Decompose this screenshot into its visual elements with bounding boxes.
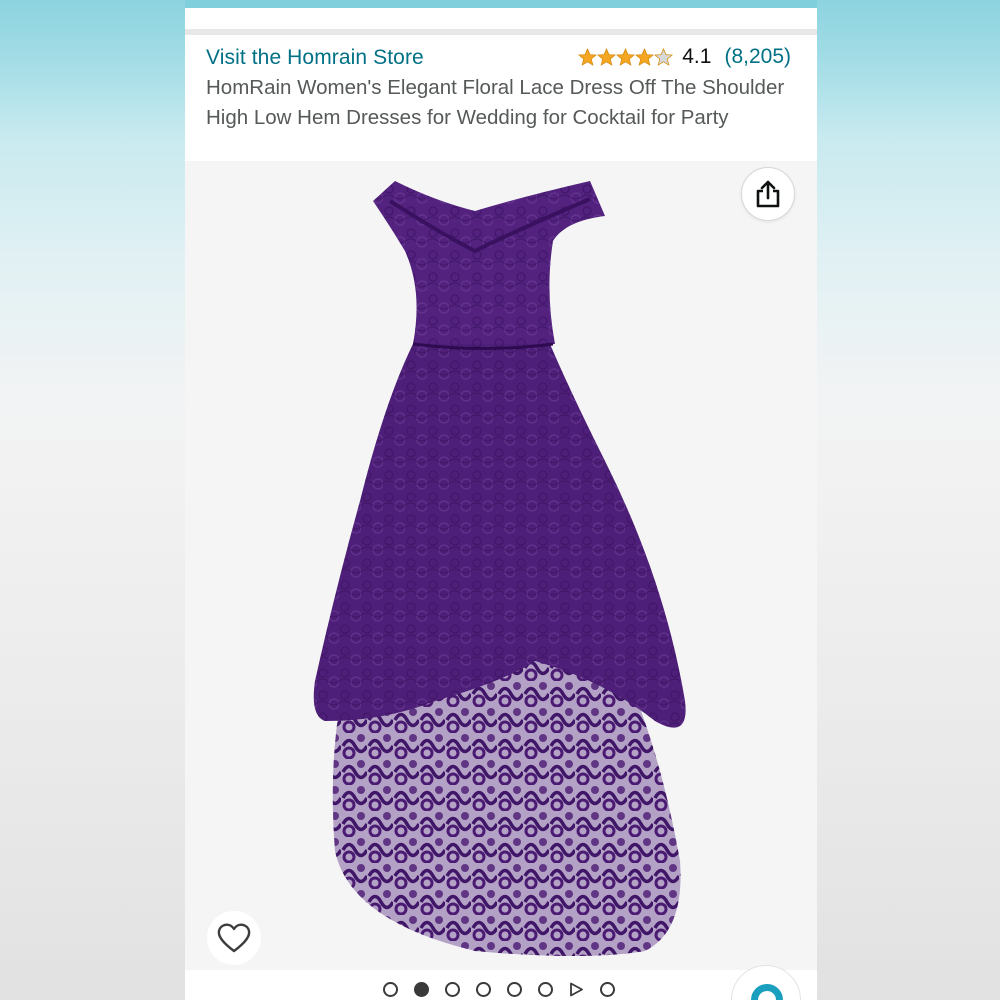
star-icon <box>578 47 598 67</box>
assistant-button[interactable] <box>731 965 801 1000</box>
share-button[interactable] <box>741 167 795 221</box>
gallery-pagination[interactable] <box>383 982 631 997</box>
ratings-count-link[interactable]: (8,205) <box>724 45 791 69</box>
product-image-gallery[interactable] <box>185 161 817 970</box>
pagination-dot[interactable] <box>414 982 429 997</box>
star-icon <box>654 47 674 67</box>
assistant-icon <box>751 984 783 1000</box>
pagination-dot[interactable] <box>383 982 398 997</box>
product-image[interactable] <box>185 161 817 970</box>
pagination-dot[interactable] <box>476 982 491 997</box>
rating-value: 4.1 <box>682 45 712 68</box>
background-left <box>0 0 185 1000</box>
star-rating <box>578 47 674 67</box>
star-icon <box>635 47 655 67</box>
visit-store-link[interactable]: Visit the Homrain Store <box>206 46 424 70</box>
heart-icon <box>217 923 251 953</box>
top-divider <box>185 29 817 35</box>
share-icon <box>756 180 780 208</box>
pagination-dot[interactable] <box>600 982 615 997</box>
rating-summary[interactable]: 4.1 (8,205) <box>578 45 791 69</box>
background-right <box>815 0 1000 1000</box>
product-page: Visit the Homrain Store 4.1 (8,205) HomR… <box>185 0 817 1000</box>
pagination-dot[interactable] <box>507 982 522 997</box>
product-title: HomRain Women's Elegant Floral Lace Dres… <box>206 76 785 129</box>
star-icon <box>597 47 617 67</box>
add-to-list-button[interactable] <box>207 911 261 965</box>
play-icon[interactable] <box>569 982 584 997</box>
star-icon <box>616 47 636 67</box>
pagination-dot[interactable] <box>538 982 553 997</box>
pagination-dot[interactable] <box>445 982 460 997</box>
top-strip <box>185 0 817 8</box>
